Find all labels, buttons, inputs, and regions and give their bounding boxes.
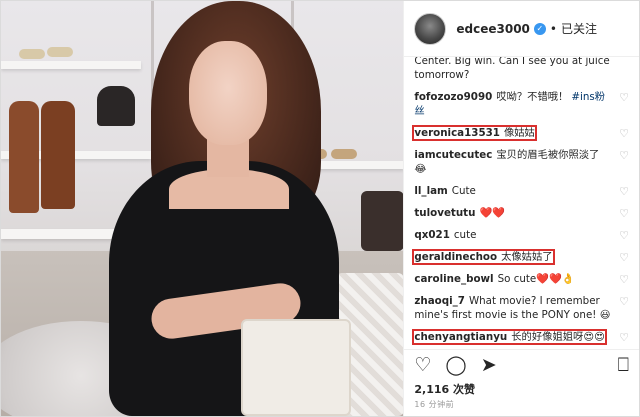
comment-text: 像姑姑 — [503, 127, 535, 139]
comment-icon[interactable]: ◯ — [445, 354, 466, 376]
shoe — [331, 149, 357, 159]
comments-list[interactable]: Center. Big win. Can I see you at juice … — [404, 57, 639, 349]
comment-row: ll_lam Cute ♡ — [414, 180, 633, 202]
comment-username[interactable]: caroline_bowl — [414, 273, 493, 285]
header-username[interactable]: edcee3000 — [456, 22, 530, 36]
comment-username[interactable]: tulovetutu — [414, 207, 475, 219]
shoe — [47, 47, 73, 57]
comment-username[interactable]: veronica13531 — [414, 127, 500, 139]
instagram-post: edcee3000 ✓ • 已关注 Center. Big win. Can I… — [0, 0, 640, 417]
highlight-box: chenyangtianyu 长的好像姐姐呀😍😍 — [412, 329, 607, 345]
like-heart-icon[interactable]: ♡ — [414, 354, 431, 376]
comment-username[interactable]: qx021 — [414, 229, 450, 241]
like-count[interactable]: 2,116 次赞 — [404, 379, 639, 397]
comment-text: 哎呦？不错哦！ — [496, 91, 569, 103]
comment-row: Center. Big win. Can I see you at juice … — [414, 57, 633, 86]
comment-username[interactable]: fofozozo9090 — [414, 91, 492, 103]
comment-text: Cute — [451, 185, 476, 197]
white-bag — [241, 319, 351, 416]
comment-text: So cute❤️❤️👌 — [497, 273, 575, 285]
comment-row: fofozozo9090 哎呦？不错哦！ #ins粉丝 ♡ — [414, 86, 633, 122]
comment-username[interactable]: chenyangtianyu — [414, 331, 507, 343]
comment-like-heart-icon[interactable]: ♡ — [619, 91, 629, 105]
highlight-box: geraldinechoo 太像姑姑了 — [412, 249, 555, 265]
post-header: edcee3000 ✓ • 已关注 — [404, 1, 639, 57]
bookmark-icon[interactable]: ⎕ — [618, 354, 629, 376]
comment-like-heart-icon[interactable]: ♡ — [619, 331, 629, 345]
comment-row: tulovetutu ❤️❤️ ♡ — [414, 202, 633, 224]
comment-username[interactable]: zhaoqi_7 — [414, 295, 465, 307]
post-actions: ♡ ◯ ➤ ⎕ — [404, 349, 639, 379]
comment-username[interactable]: ll_lam — [414, 185, 447, 197]
boot — [97, 86, 135, 126]
comment-row: chenyangtianyu 长的好像姐姐呀😍😍 ♡ — [412, 326, 633, 348]
boot — [41, 101, 75, 209]
shelf — [1, 61, 141, 69]
dark-bag — [361, 191, 404, 251]
comment-row: veronica13531 像姑姑 ♡ — [412, 122, 633, 144]
comment-like-heart-icon[interactable]: ♡ — [619, 273, 629, 287]
shoe — [19, 49, 45, 59]
avatar[interactable] — [414, 12, 447, 45]
comment-like-heart-icon[interactable]: ♡ — [619, 149, 629, 163]
face — [189, 41, 267, 145]
comment-row: geraldinechoo 太像姑姑了 ♡ — [412, 246, 633, 268]
comment-row: qx021 cute ♡ — [414, 224, 633, 246]
comment-like-heart-icon[interactable]: ♡ — [619, 251, 629, 265]
comment-like-heart-icon[interactable]: ♡ — [619, 229, 629, 243]
comment-like-heart-icon[interactable]: ♡ — [619, 185, 629, 199]
comment-text: ❤️❤️ — [479, 207, 506, 219]
share-icon[interactable]: ➤ — [481, 354, 497, 376]
comment-like-heart-icon[interactable]: ♡ — [619, 207, 629, 221]
comments-scroll: Center. Big win. Can I see you at juice … — [412, 57, 633, 349]
comment-text: 太像姑姑了 — [501, 251, 553, 263]
comment-text: 长的好像姐姐呀😍😍 — [511, 331, 605, 343]
comment-row: iamcutecutec 宝贝的眉毛被你照淡了😂 ♡ — [414, 144, 633, 180]
comment-text: Center. Big win. Can I see you at juice … — [414, 57, 610, 81]
comment-row: zhaoqi_7 What movie? I remember mine's fi… — [414, 290, 633, 326]
comment-text: cute — [453, 229, 477, 241]
post-sidebar: edcee3000 ✓ • 已关注 Center. Big win. Can I… — [403, 1, 639, 416]
follow-button[interactable]: 已关注 — [561, 20, 597, 37]
comment-like-heart-icon[interactable]: ♡ — [619, 127, 629, 141]
header-separator: • — [549, 21, 557, 36]
comment-row: 🖤🖤@tricia811♡ — [414, 348, 633, 349]
post-timestamp: 16 分钟前 — [414, 400, 455, 409]
comment-username[interactable]: iamcutecutec — [414, 149, 492, 161]
comment-username[interactable]: geraldinechoo — [414, 251, 497, 263]
highlight-box: veronica13531 像姑姑 — [412, 125, 537, 141]
verified-badge-icon: ✓ — [533, 22, 546, 35]
comment-like-heart-icon[interactable]: ♡ — [619, 295, 629, 309]
boot — [9, 101, 39, 213]
comment-row: caroline_bowl So cute❤️❤️👌 ♡ — [414, 268, 633, 290]
post-photo[interactable] — [1, 1, 404, 416]
